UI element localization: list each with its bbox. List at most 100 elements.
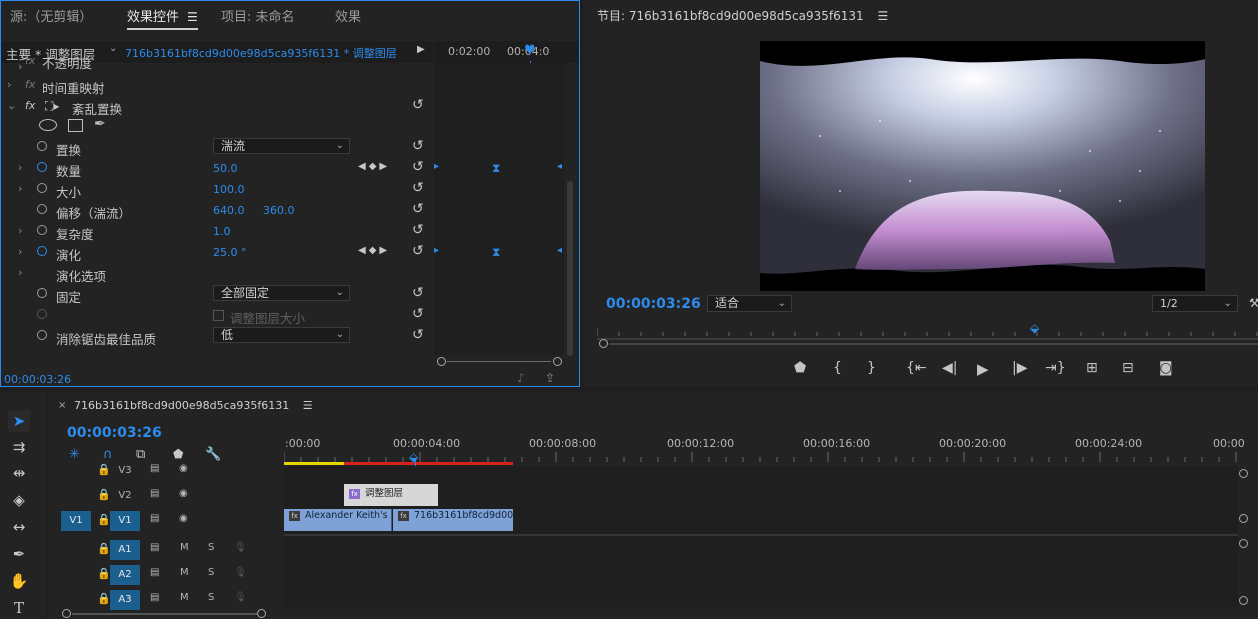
eye-icon[interactable]: ◉ <box>179 513 188 524</box>
ec-zoom-scrollbar[interactable] <box>437 357 562 366</box>
tab-source[interactable]: 源:（无剪辑） <box>10 6 92 25</box>
stopwatch-icon[interactable] <box>37 225 47 235</box>
tab-project[interactable]: 项目: 未命名 <box>221 6 295 25</box>
timeline-timecode[interactable]: 00:00:03:26 <box>67 425 162 441</box>
go-to-in-icon[interactable]: {⇤ <box>906 360 927 376</box>
reset-icon[interactable]: ↺ <box>412 243 424 259</box>
ec-timecode[interactable]: 00:00:03:26 <box>4 373 71 386</box>
program-timecode[interactable]: 00:00:03:26 <box>606 296 701 312</box>
hand-icon[interactable]: ✋ <box>8 570 30 592</box>
amount-value[interactable]: 50.0 <box>213 162 238 175</box>
keyframe-icon[interactable]: ⧗ <box>492 161 500 176</box>
solo-button[interactable]: S <box>208 592 214 603</box>
lift-icon[interactable]: ⊞ <box>1086 360 1098 376</box>
mark-out-icon[interactable]: } <box>867 360 876 376</box>
twirl-icon[interactable]: › <box>18 161 22 174</box>
track-name[interactable]: V3 <box>110 461 140 481</box>
audio-scroll-handle[interactable] <box>1239 596 1248 605</box>
ec-keyframe-area[interactable] <box>434 63 564 355</box>
selection-tool-icon[interactable]: ➤ <box>8 410 30 432</box>
reset-icon[interactable]: ↺ <box>412 201 424 217</box>
marker-icon[interactable]: ⬟ <box>794 360 806 376</box>
eye-icon[interactable]: ◉ <box>179 463 188 474</box>
mark-in-icon[interactable]: { <box>833 360 842 376</box>
lock-icon[interactable]: 🔒 <box>97 567 111 580</box>
sync-lock-icon[interactable]: ▤ <box>150 513 159 524</box>
playhead-icon[interactable]: ⬙ <box>409 450 418 464</box>
program-monitor-title[interactable]: 节目: 716b3161bf8cd9d00e98d5ca935f6131 ☰ <box>597 7 888 24</box>
mute-button[interactable]: M <box>180 592 189 603</box>
stopwatch-icon[interactable] <box>37 204 47 214</box>
transform-icon[interactable]: ⛶▸ <box>45 99 59 114</box>
track-name[interactable]: A1 <box>110 540 140 560</box>
track-name[interactable]: V2 <box>110 486 140 506</box>
reset-icon[interactable]: ↺ <box>412 97 424 113</box>
video-scroll-handle[interactable] <box>1239 469 1248 478</box>
keyframe-icon[interactable]: ◂ <box>557 245 562 256</box>
fx-icon[interactable]: fx <box>25 99 35 112</box>
step-forward-icon[interactable]: |▶ <box>1012 360 1027 376</box>
keyframe-icon[interactable]: ▸ <box>434 161 439 172</box>
keyframe-icon[interactable]: ◂ <box>557 161 562 172</box>
reset-icon[interactable]: ↺ <box>412 285 424 301</box>
lock-icon[interactable]: 🔒 <box>97 463 111 476</box>
track-name[interactable]: V1 <box>110 511 140 531</box>
mic-icon[interactable]: 🎙 <box>234 567 247 578</box>
offset-y-value[interactable]: 360.0 <box>263 204 295 217</box>
twirl-icon[interactable]: › <box>18 245 22 258</box>
playhead-icon[interactable]: ♥ <box>524 43 536 58</box>
ripple-edit-icon[interactable]: ⇹ <box>8 462 30 484</box>
twirl-open-icon[interactable]: ⌄ <box>7 99 16 112</box>
timeline-zoom-handle-right[interactable] <box>257 609 266 618</box>
reset-icon[interactable]: ↺ <box>412 327 424 343</box>
scroll-handle-left[interactable] <box>437 357 446 366</box>
type-icon[interactable]: T <box>8 597 30 619</box>
lock-icon[interactable]: 🔒 <box>97 513 111 526</box>
keyframe-icon[interactable]: ⧗ <box>492 245 500 260</box>
evolution-value[interactable]: 25.0 ° <box>213 246 247 259</box>
vertical-scrollbar[interactable] <box>567 181 573 356</box>
eye-icon[interactable]: ◉ <box>179 488 188 499</box>
pen-icon[interactable]: ✒ <box>8 543 30 565</box>
program-mini-ruler[interactable]: ⬙ <box>596 321 1258 340</box>
chevron-down-icon[interactable]: ⌄ <box>109 43 117 54</box>
sync-lock-icon[interactable]: ▤ <box>150 463 159 474</box>
keyframe-nav-icon[interactable]: ◀◆▶ <box>358 245 390 256</box>
lock-icon[interactable]: 🔒 <box>97 592 111 605</box>
sync-lock-icon[interactable]: ▤ <box>150 567 159 578</box>
tab-effects[interactable]: 效果 <box>335 6 361 25</box>
video-clip[interactable]: fx Alexander Keith's M <box>284 509 392 531</box>
play-only-audio-icon[interactable]: ▶ <box>417 44 425 55</box>
play-icon[interactable]: ▶ <box>977 360 989 378</box>
step-back-icon[interactable]: ◀| <box>942 360 957 376</box>
sync-lock-icon[interactable]: ▤ <box>150 488 159 499</box>
reset-icon[interactable]: ↺ <box>412 306 424 322</box>
solo-button[interactable]: S <box>208 567 214 578</box>
timeline-zoom-handle-left[interactable] <box>62 609 71 618</box>
mute-button[interactable]: M <box>180 542 189 553</box>
mute-button[interactable]: M <box>180 567 189 578</box>
program-zoom-handle[interactable] <box>599 339 608 348</box>
export-icon[interactable]: ⇪ <box>545 371 555 385</box>
sequence-tab[interactable]: 716b3161bf8cd9d00e98d5ca935f6131 ☰ <box>74 399 313 412</box>
size-value[interactable]: 100.0 <box>213 183 245 196</box>
reset-icon[interactable]: ↺ <box>412 180 424 196</box>
rectangle-mask-icon[interactable] <box>68 119 83 132</box>
mic-icon[interactable]: 🎙 <box>234 542 247 553</box>
lock-icon[interactable]: 🔒 <box>97 542 111 555</box>
stopwatch-icon[interactable] <box>37 246 47 256</box>
razor-icon[interactable]: ◈ <box>8 489 30 511</box>
offset-x-value[interactable]: 640.0 <box>213 204 245 217</box>
hamburger-menu-icon[interactable]: ☰ <box>877 9 888 23</box>
reset-icon[interactable]: ↺ <box>412 138 424 154</box>
mic-icon[interactable]: 🎙 <box>234 592 247 603</box>
hamburger-menu-icon[interactable]: ☰ <box>303 399 313 412</box>
resolution-dropdown[interactable]: 1/2 ⌄ <box>1152 295 1238 312</box>
audio-scroll-handle[interactable] <box>1239 539 1248 548</box>
stopwatch-icon[interactable] <box>37 183 47 193</box>
twirl-icon[interactable]: › <box>18 224 22 237</box>
solo-button[interactable]: S <box>208 542 214 553</box>
slip-icon[interactable]: ↔ <box>8 516 30 538</box>
hamburger-menu-icon[interactable]: ☰ <box>187 10 198 24</box>
twirl-icon[interactable]: › <box>18 60 22 71</box>
